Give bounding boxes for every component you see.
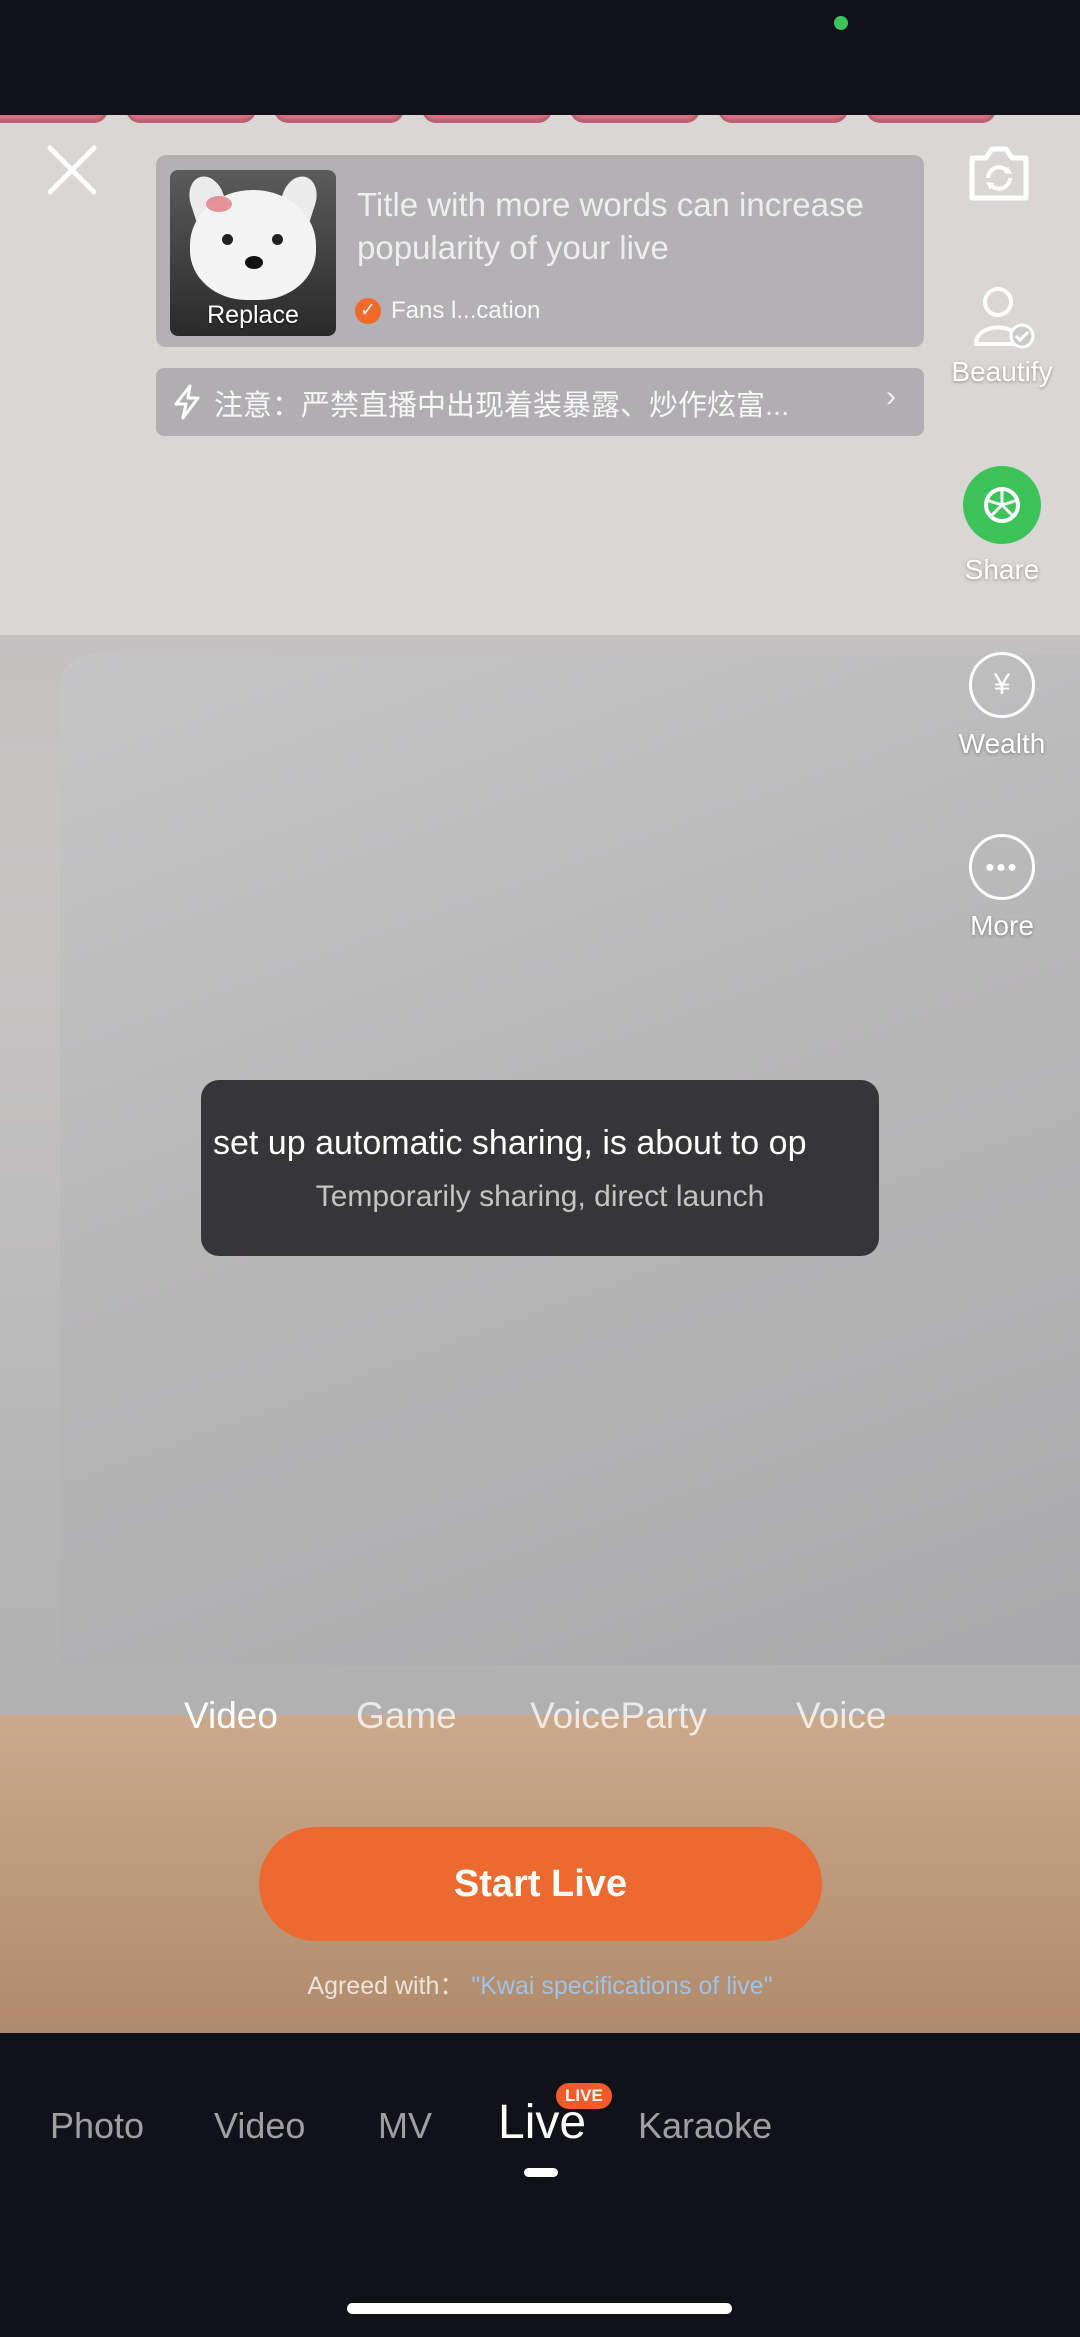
more-button[interactable]: ••• More	[932, 834, 1072, 942]
toast-message: set up automatic sharing, is about to op	[213, 1124, 807, 1162]
notice-banner[interactable]: 注意：严禁直播中出现着装暴露、炒作炫富... ›	[156, 368, 924, 436]
share-button[interactable]: Share	[932, 466, 1072, 586]
live-badge: LIVE	[556, 2083, 612, 2109]
checkmark-icon[interactable]: ✓	[355, 298, 381, 324]
wealth-label: Wealth	[958, 728, 1046, 759]
fans-location-toggle[interactable]: Fans l...cation	[391, 297, 540, 325]
auto-share-toast: set up automatic sharing, is about to op…	[201, 1080, 879, 1256]
camera-flip-button[interactable]	[964, 140, 1034, 206]
cover-dog-blush	[206, 196, 232, 212]
yen-icon: ¥	[969, 652, 1035, 718]
live-title-input[interactable]: Title with more words can increase popul…	[357, 183, 897, 269]
mode-tab-voiceparty[interactable]: VoiceParty	[530, 1695, 707, 1737]
cover-dog-eye	[222, 234, 233, 245]
status-dot	[834, 16, 848, 30]
beautify-label: Beautify	[951, 356, 1053, 387]
more-dots-icon: •••	[969, 834, 1035, 900]
beautify-icon	[973, 287, 1035, 349]
home-indicator[interactable]	[347, 2303, 732, 2314]
nav-video[interactable]: Video	[214, 2105, 305, 2147]
replace-cover-label[interactable]: Replace	[170, 301, 336, 330]
nav-mv[interactable]: MV	[378, 2105, 432, 2147]
wealth-button[interactable]: ¥ Wealth	[932, 652, 1072, 760]
close-button[interactable]	[44, 142, 100, 198]
mode-tab-game[interactable]: Game	[356, 1695, 457, 1737]
share-icon	[963, 466, 1041, 544]
nav-karaoke[interactable]: Karaoke	[638, 2105, 772, 2147]
agreement-prefix: Agreed with：	[307, 1972, 465, 2000]
cover-dog-nose	[245, 256, 263, 269]
mode-tab-video[interactable]: Video	[184, 1695, 278, 1737]
toast-subtext: Temporarily sharing, direct launch	[315, 1180, 765, 1213]
camera-flip-icon	[969, 146, 1029, 201]
share-label: Share	[964, 554, 1040, 585]
live-specifications-link[interactable]: "Kwai specifications of live"	[471, 1972, 772, 2000]
close-icon	[47, 145, 97, 195]
agreement-text: Agreed with： "Kwai specifications of liv…	[0, 1966, 1080, 2002]
cover-dog-eye	[272, 234, 283, 245]
nav-photo[interactable]: Photo	[50, 2105, 144, 2147]
nav-active-indicator	[524, 2168, 558, 2177]
more-label: More	[970, 910, 1034, 941]
notice-text: 注意：严禁直播中出现着装暴露、炒作炫富...	[214, 390, 790, 422]
mode-tab-voice[interactable]: Voice	[796, 1695, 887, 1737]
lightning-icon	[174, 384, 200, 420]
cover-image-button[interactable]: Replace	[170, 170, 336, 336]
start-live-button[interactable]: Start Live	[259, 1827, 822, 1941]
beautify-button[interactable]: Beautify	[932, 282, 1072, 388]
chevron-right-icon: ›	[886, 380, 896, 413]
